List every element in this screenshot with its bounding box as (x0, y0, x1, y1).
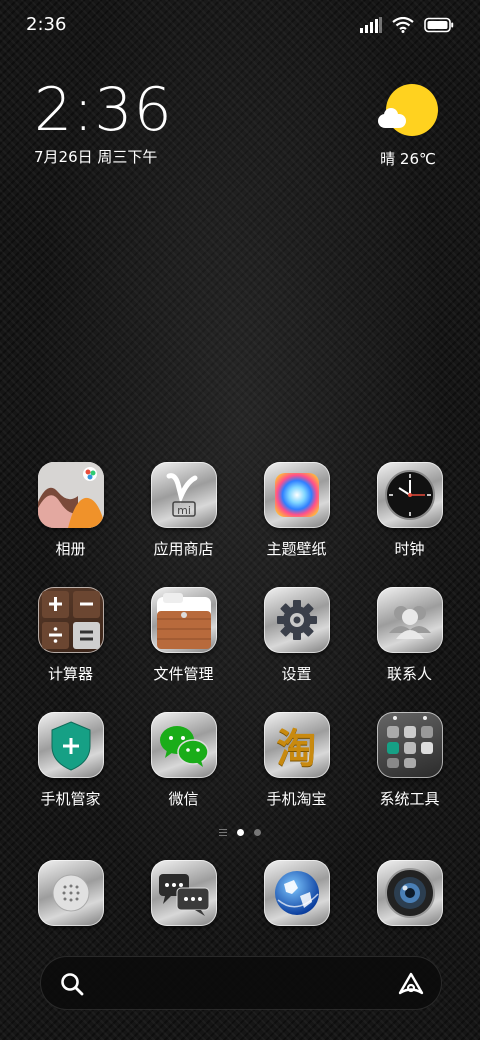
clock-widget[interactable]: 2:36 7月26日 周三下午 (34, 78, 173, 167)
taobao-icon: 淘 (263, 712, 330, 778)
app-system-tools-folder[interactable]: 系统工具 (353, 712, 466, 809)
app-settings[interactable]: 设置 (240, 587, 353, 684)
weather-text: 晴 26℃ (380, 150, 436, 168)
app-contacts[interactable]: 联系人 (353, 587, 466, 684)
app-label: 相册 (55, 540, 86, 558)
messages-icon (150, 860, 217, 926)
status-time: 2:36 (26, 14, 67, 35)
page-dot-active (237, 829, 244, 836)
security-shield-icon (37, 712, 104, 778)
phone-dialer-icon (37, 860, 104, 926)
svg-text:mi: mi (177, 504, 191, 517)
app-label: 主题壁纸 (266, 540, 327, 558)
dock-phone[interactable] (14, 860, 127, 926)
wifi-icon (392, 17, 414, 33)
app-store-icon: mi (150, 462, 217, 528)
app-label: 应用商店 (153, 540, 214, 558)
app-label: 手机淘宝 (266, 790, 327, 808)
gallery-icon (37, 462, 104, 528)
system-tools-folder-icon (376, 712, 443, 778)
file-manager-icon (150, 587, 217, 653)
contacts-icon (376, 587, 443, 653)
app-clock[interactable]: 时钟 (353, 462, 466, 559)
browser-globe-icon (263, 860, 330, 926)
app-wechat[interactable]: 微信 (127, 712, 240, 809)
assistant-icon[interactable] (397, 971, 425, 1001)
app-label: 微信 (168, 790, 199, 808)
search-icon[interactable] (59, 971, 85, 1001)
app-taobao[interactable]: 淘 手机淘宝 (240, 712, 353, 809)
sunny-cloud-icon (378, 84, 438, 136)
app-grid: 相册 mi 应用商店 主题壁纸 时钟 计算器 文件管理 设置 联系人 手机管家 … (14, 462, 466, 809)
search-bar[interactable] (40, 956, 442, 1010)
battery-icon (424, 17, 454, 33)
calculator-icon (37, 587, 104, 653)
app-label: 文件管理 (153, 665, 214, 683)
app-calculator[interactable]: 计算器 (14, 587, 127, 684)
page-dot (254, 829, 261, 836)
app-gallery[interactable]: 相册 (14, 462, 127, 559)
app-label: 联系人 (386, 665, 432, 683)
app-label: 系统工具 (379, 790, 440, 808)
dock-browser[interactable] (240, 860, 353, 926)
app-themes[interactable]: 主题壁纸 (240, 462, 353, 559)
wechat-icon (150, 712, 217, 778)
dock-messages[interactable] (127, 860, 240, 926)
settings-gear-icon (263, 587, 330, 653)
signal-icon (360, 17, 382, 33)
widget-time: 2:36 (34, 75, 173, 145)
dock (14, 860, 466, 926)
app-label: 时钟 (394, 540, 425, 558)
taobao-glyph: 淘 (276, 726, 317, 772)
weather-widget[interactable]: 晴 26℃ (378, 84, 444, 169)
page-indicator[interactable] (0, 829, 480, 836)
camera-icon (376, 860, 443, 926)
widget-date: 7月26日 周三下午 (34, 148, 158, 166)
app-label: 设置 (281, 665, 312, 683)
themes-icon (263, 462, 330, 528)
app-label: 计算器 (47, 665, 93, 683)
dock-camera[interactable] (353, 860, 466, 926)
app-file-manager[interactable]: 文件管理 (127, 587, 240, 684)
status-bar: 2:36 (0, 0, 480, 50)
status-icons (360, 14, 454, 36)
page-list-icon (219, 829, 227, 836)
app-app-store[interactable]: mi 应用商店 (127, 462, 240, 559)
app-label: 手机管家 (40, 790, 101, 808)
app-security[interactable]: 手机管家 (14, 712, 127, 809)
clock-icon (376, 462, 443, 528)
